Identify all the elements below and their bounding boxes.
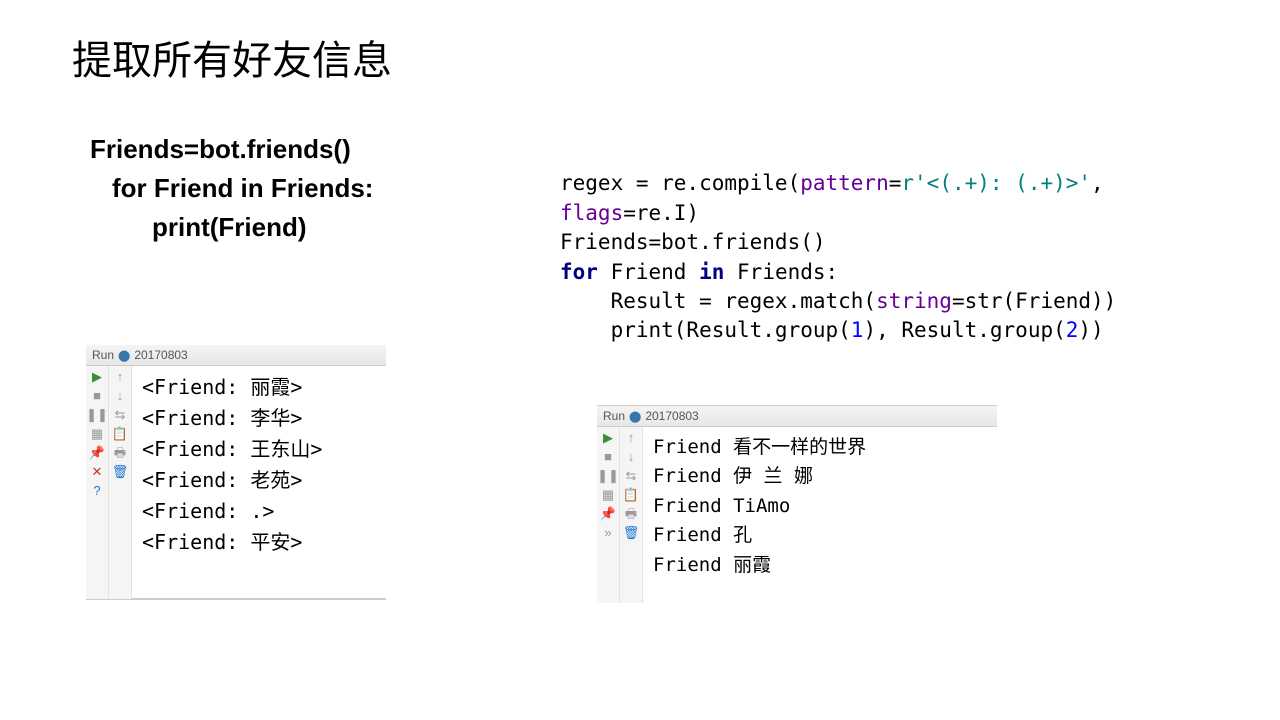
code-text: regex = re.compile(: [560, 171, 800, 195]
run-toolbar-col-2: ↑ ↓ ⇆ 📋 🖶 🗑: [109, 366, 132, 599]
code-number: 2: [1066, 318, 1079, 342]
print-icon[interactable]: 🖶: [625, 507, 637, 520]
layout-icon[interactable]: ▦: [91, 427, 103, 440]
code-keyword: in: [699, 260, 724, 284]
down-icon[interactable]: ↓: [628, 450, 635, 463]
run-toolbar-col-1: ▶ ■ ❚❚ ▦ 📌 ✕ ?: [86, 366, 109, 599]
code-text: Friend: [598, 260, 699, 284]
code-text: ,: [1091, 171, 1104, 195]
pin-icon[interactable]: 📌: [600, 507, 616, 520]
left-code-block: Friends=bot.friends() for Friend in Frie…: [90, 130, 373, 247]
pause-icon[interactable]: ❚❚: [597, 469, 619, 482]
trash-icon[interactable]: 🗑: [112, 465, 129, 478]
code-text: Friends:: [724, 260, 838, 284]
code-kwarg: flags: [560, 201, 623, 225]
up-icon[interactable]: ↑: [628, 431, 635, 444]
run-toolbar-col-1: ▶ ■ ❚❚ ▦ 📌 »: [597, 427, 620, 603]
up-icon[interactable]: ↑: [117, 370, 124, 383]
code-text: =re.I): [623, 201, 699, 225]
code-text: Friends=bot.friends(): [560, 230, 826, 254]
stop-icon[interactable]: ■: [93, 389, 101, 402]
console-output-1: <Friend: 丽霞> <Friend: 李华> <Friend: 王东山> …: [132, 366, 386, 599]
run-label: Run: [603, 409, 625, 423]
python-icon: ⬤: [118, 349, 130, 362]
code-string: r'<(.+): (.+)>': [901, 171, 1091, 195]
run-panel-1: Run ⬤ 20170803 ▶ ■ ❚❚ ▦ 📌 ✕ ? ↑ ↓ ⇆ 📋 🖶 …: [86, 345, 386, 599]
pin-icon[interactable]: 📌: [89, 446, 105, 459]
right-code-block: regex = re.compile(pattern=r'<(.+): (.+)…: [560, 140, 1116, 346]
code-line: for Friend in Friends:: [112, 169, 373, 208]
run-icon[interactable]: ▶: [603, 431, 613, 444]
code-text: )): [1078, 318, 1103, 342]
close-icon[interactable]: ✕: [92, 465, 103, 478]
run-label: Run: [92, 348, 114, 362]
help-icon[interactable]: ?: [93, 484, 100, 497]
wrap-icon[interactable]: ⇆: [626, 469, 637, 482]
code-kwarg: pattern: [800, 171, 889, 195]
run-tab-name: 20170803: [645, 409, 698, 423]
code-line: print(Friend): [152, 208, 373, 247]
console-output-2: Friend 看不一样的世界 Friend 伊 兰 娜 Friend TiAmo…: [643, 427, 997, 603]
code-keyword: for: [560, 260, 598, 284]
run-tab-name: 20170803: [134, 348, 187, 362]
more-icon[interactable]: »: [604, 526, 611, 539]
code-line: Friends=bot.friends(): [90, 130, 373, 169]
code-text: Result = regex.match(: [560, 289, 876, 313]
code-number: 1: [851, 318, 864, 342]
run-icon[interactable]: ▶: [92, 370, 102, 383]
code-text: =str(Friend)): [952, 289, 1116, 313]
export-icon[interactable]: 📋: [623, 488, 639, 501]
slide-title: 提取所有好友信息: [72, 28, 392, 86]
down-icon[interactable]: ↓: [117, 389, 124, 402]
code-text: ), Result.group(: [863, 318, 1065, 342]
code-text: =: [889, 171, 902, 195]
print-icon[interactable]: 🖶: [114, 446, 126, 459]
layout-icon[interactable]: ▦: [602, 488, 614, 501]
code-kwarg: string: [876, 289, 952, 313]
pause-icon[interactable]: ❚❚: [86, 408, 108, 421]
stop-icon[interactable]: ■: [604, 450, 612, 463]
wrap-icon[interactable]: ⇆: [115, 408, 126, 421]
trash-icon[interactable]: 🗑: [623, 526, 640, 539]
code-text: print(Result.group(: [560, 318, 851, 342]
run-panel-2: Run ⬤ 20170803 ▶ ■ ❚❚ ▦ 📌 » ↑ ↓ ⇆ 📋 🖶 🗑 …: [597, 405, 997, 602]
run-panel-header: Run ⬤ 20170803: [86, 345, 386, 366]
run-panel-header: Run ⬤ 20170803: [597, 406, 997, 427]
run-toolbar-col-2: ↑ ↓ ⇆ 📋 🖶 🗑: [620, 427, 643, 603]
export-icon[interactable]: 📋: [112, 427, 128, 440]
python-icon: ⬤: [629, 410, 641, 423]
